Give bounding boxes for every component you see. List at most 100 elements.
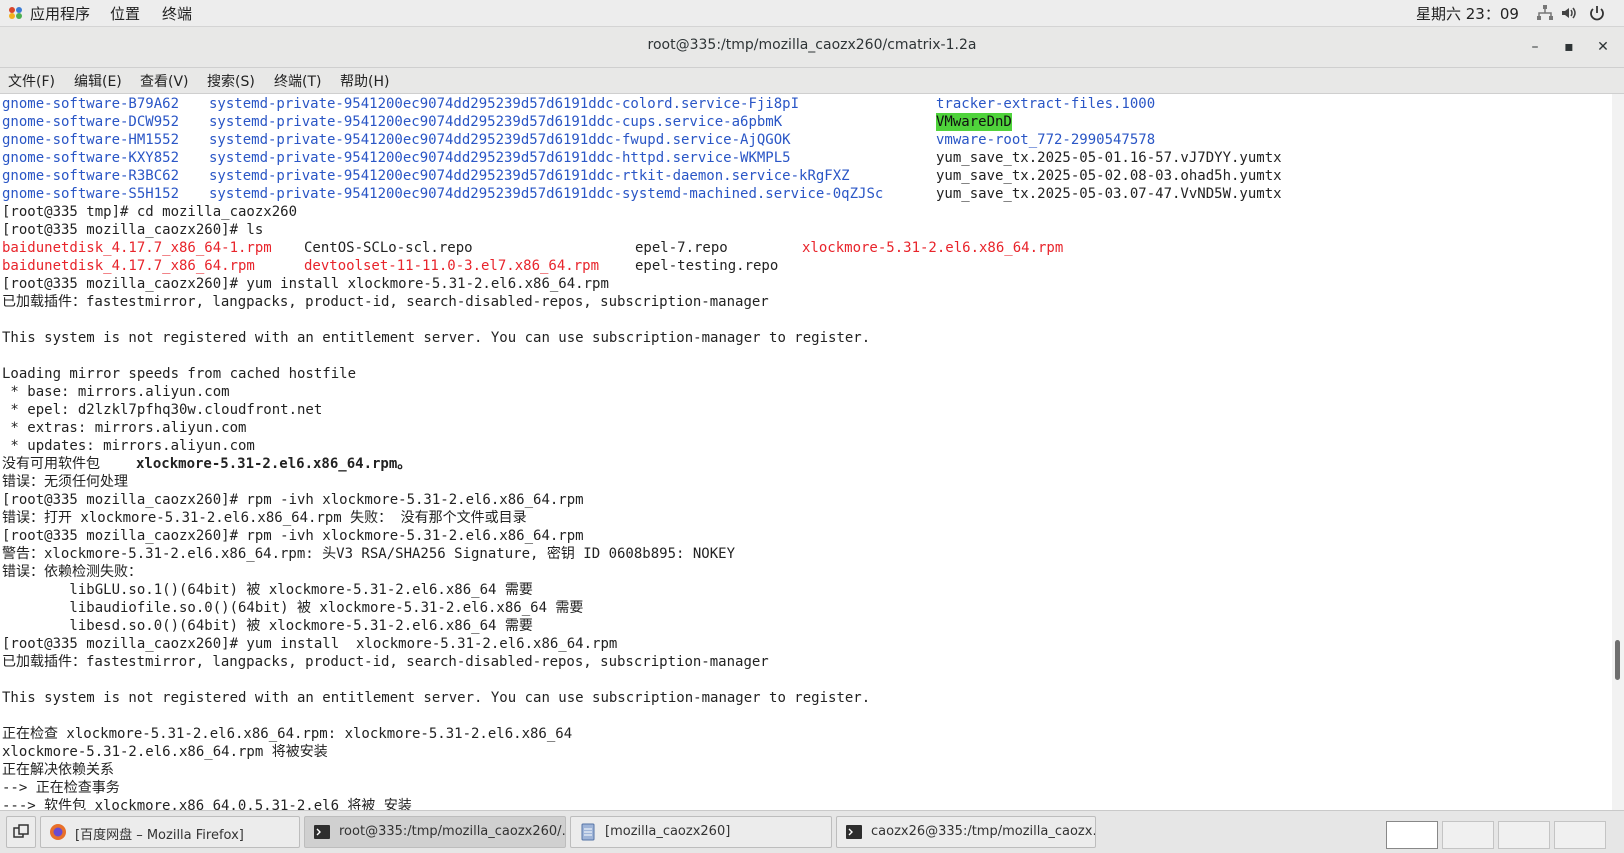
clock[interactable]: 星期六 23：09: [1416, 3, 1519, 24]
terminal-line: 警告：xlockmore-5.31-2.el6.x86_64.rpm: 头V3 …: [2, 546, 736, 562]
terminal-scrollbar[interactable]: [1612, 94, 1624, 810]
workspace-button[interactable]: [1442, 821, 1494, 849]
terminal-line: [root@335 tmp]# cd mozilla_caozx260: [2, 204, 298, 220]
applications-menu[interactable]: 应用程序: [30, 3, 90, 24]
terminal-entry: xlockmore-5.31-2.el6.x86_64.rpm。: [136, 456, 412, 472]
terminal-line: --> 正在检查事务: [2, 780, 120, 796]
terminal-entry: yum_save_tx.2025-05-03.07-47.VvND5W.yumt…: [936, 186, 1282, 202]
file-manager-icon: [581, 823, 595, 841]
workspace-button[interactable]: [1554, 821, 1606, 849]
terminal-line: 正在检查 xlockmore-5.31-2.el6.x86_64.rpm: xl…: [2, 726, 573, 742]
terminal-line: 已加载插件：fastestmirror, langpacks, product-…: [2, 654, 769, 670]
terminal-entry: CentOS-SCLo-scl.repo: [304, 240, 473, 256]
terminal-line: 没有可用软件包 xlockmore-5.31-2.el6.x86_64.rpm。: [2, 455, 870, 473]
places-menu[interactable]: 位置: [110, 3, 140, 24]
taskbar-item-label: caozx26@335:/tmp/mozilla_caozx…: [871, 824, 1096, 839]
taskbar-item-label: [mozilla_caozx260]: [605, 824, 731, 839]
bottom-taskbar: [百度网盘 – Mozilla Firefox] root@335:/tmp/mo…: [0, 810, 1624, 853]
terminal-line: 错误：打开 xlockmore-5.31-2.el6.x86_64.rpm 失败…: [2, 510, 527, 526]
terminal-entry: systemd-private-9541200ec9074dd295239d57…: [209, 132, 791, 148]
menu-edit[interactable]: 编辑(E): [74, 71, 122, 91]
terminal-line: Loading mirror speeds from cached hostfi…: [2, 366, 357, 382]
terminal-icon: [846, 825, 862, 839]
terminal-line: [root@335 mozilla_caozx260]# yum install…: [2, 636, 618, 652]
applications-icon[interactable]: [8, 6, 23, 20]
menu-terminal[interactable]: 终端(T): [274, 71, 321, 91]
close-button[interactable]: ✕: [1592, 36, 1614, 58]
terminal-line: * base: mirrors.aliyun.com: [2, 384, 230, 400]
terminal-entry: epel-7.repo: [635, 240, 728, 256]
terminal-entry: epel-testing.repo: [635, 258, 779, 274]
terminal-entry: baidunetdisk_4.17.7_x86_64.rpm: [2, 258, 255, 274]
volume-icon[interactable]: [1560, 4, 1578, 22]
terminal-entry: gnome-software-S5H152: [2, 186, 180, 202]
terminal-line: ---> 软件包 xlockmore.x86_64.0.5.31-2.el6 将…: [2, 798, 412, 810]
show-desktop-button[interactable]: [6, 816, 36, 848]
terminal-line: baidunetdisk_4.17.7_x86_64-1.rpm CentOS-S…: [2, 239, 1063, 257]
menu-help[interactable]: 帮助(H): [340, 71, 389, 91]
taskbar-item-label: root@335:/tmp/mozilla_caozx260/…: [339, 824, 566, 839]
scrollbar-thumb[interactable]: [1615, 640, 1620, 680]
terminal-line: baidunetdisk_4.17.7_x86_64.rpm devtoolset…: [2, 257, 870, 275]
terminal-entry: 没有可用软件包: [2, 456, 109, 472]
terminal-entry: vmware-root_772-2990547578: [936, 132, 1156, 148]
terminal-line: 正在解决依赖关系: [2, 762, 114, 778]
maximize-button[interactable]: ▪: [1558, 36, 1580, 58]
terminal-entry: systemd-private-9541200ec9074dd295239d57…: [209, 114, 783, 130]
network-icon[interactable]: [1536, 4, 1554, 22]
terminal-line: * epel: d2lzkl7pfhq30w.cloudfront.net: [2, 402, 323, 418]
terminal-entry: tracker-extract-files.1000: [936, 96, 1156, 112]
terminal-entry: gnome-software-R3BC62: [2, 168, 180, 184]
terminal-entry: systemd-private-9541200ec9074dd295239d57…: [209, 96, 800, 112]
taskbar-item[interactable]: [mozilla_caozx260]: [570, 816, 832, 848]
terminal-entry: VMwareDnD: [936, 113, 1012, 131]
terminal-line: [root@335 mozilla_caozx260]# yum install…: [2, 276, 609, 292]
workspace-button[interactable]: [1498, 821, 1550, 849]
window-titlebar[interactable]: root@335:/tmp/mozilla_caozx260/cmatrix-1…: [0, 27, 1624, 68]
minimize-button[interactable]: –: [1524, 36, 1546, 58]
menu-file[interactable]: 文件(F): [8, 71, 55, 91]
terminal-line: gnome-software-HM1552 systemd-private-954…: [2, 131, 1155, 149]
window-title: root@335:/tmp/mozilla_caozx260/cmatrix-1…: [647, 37, 977, 53]
taskbar-item[interactable]: [百度网盘 – Mozilla Firefox]: [40, 816, 300, 848]
terminal-line: libaudiofile.so.0()(64bit) 被 xlockmore-5…: [2, 600, 584, 616]
menu-view[interactable]: 查看(V): [140, 71, 189, 91]
terminal-line: 已加载插件：fastestmirror, langpacks, product-…: [2, 294, 769, 310]
terminal-entry: gnome-software-DCW952: [2, 114, 180, 130]
terminal-line: gnome-software-R3BC62 systemd-private-954…: [2, 167, 1282, 185]
terminal-output[interactable]: gnome-software-B79A62 systemd-private-954…: [0, 94, 1612, 810]
terminal-entry: yum_save_tx.2025-05-02.08-03.ohad5h.yumt…: [936, 168, 1282, 184]
terminal-entry: gnome-software-KXY852: [2, 150, 180, 166]
terminal-lines: gnome-software-B79A62 systemd-private-954…: [2, 95, 1282, 810]
terminal-line: 错误：依赖检测失败：: [2, 564, 142, 580]
terminal-line: libesd.so.0()(64bit) 被 xlockmore-5.31-2.…: [2, 618, 533, 634]
taskbar-item[interactable]: root@335:/tmp/mozilla_caozx260/…: [304, 816, 566, 848]
terminal-line: This system is not registered with an en…: [2, 330, 871, 346]
terminal-entry: baidunetdisk_4.17.7_x86_64-1.rpm: [2, 240, 272, 256]
top-panel: 应用程序 位置 终端 星期六 23：09: [0, 0, 1624, 27]
workspace-button[interactable]: [1386, 821, 1438, 849]
power-icon[interactable]: [1588, 4, 1606, 22]
terminal-entry: systemd-private-9541200ec9074dd295239d57…: [209, 150, 791, 166]
terminal-app-menu[interactable]: 终端: [162, 3, 192, 24]
taskbar-item-label: [百度网盘 – Mozilla Firefox]: [75, 828, 244, 843]
taskbar-item[interactable]: caozx26@335:/tmp/mozilla_caozx…: [836, 816, 1096, 848]
terminal-line: * updates: mirrors.aliyun.com: [2, 438, 255, 454]
menu-search[interactable]: 搜索(S): [207, 71, 255, 91]
terminal-entry: systemd-private-9541200ec9074dd295239d57…: [209, 186, 884, 202]
firefox-icon: [50, 824, 66, 840]
terminal-line: gnome-software-S5H152 systemd-private-954…: [2, 185, 1282, 203]
terminal-entry: devtoolset-11-11.0-3.el7.x86_64.rpm: [304, 258, 600, 274]
show-desktop-icon: [13, 824, 29, 838]
terminal-line: gnome-software-B79A62 systemd-private-954…: [2, 95, 1155, 113]
terminal-line: [root@335 mozilla_caozx260]# rpm -ivh xl…: [2, 528, 584, 544]
terminal-line: This system is not registered with an en…: [2, 690, 871, 706]
terminal-entry: yum_save_tx.2025-05-01.16-57.vJ7DYY.yumt…: [936, 150, 1282, 166]
terminal-line: gnome-software-KXY852 systemd-private-954…: [2, 149, 1282, 167]
terminal-line: gnome-software-DCW952 systemd-private-954…: [2, 113, 1012, 131]
terminal-line: * extras: mirrors.aliyun.com: [2, 420, 247, 436]
terminal-menubar: 文件(F) 编辑(E) 查看(V) 搜索(S) 终端(T) 帮助(H): [0, 68, 1624, 94]
